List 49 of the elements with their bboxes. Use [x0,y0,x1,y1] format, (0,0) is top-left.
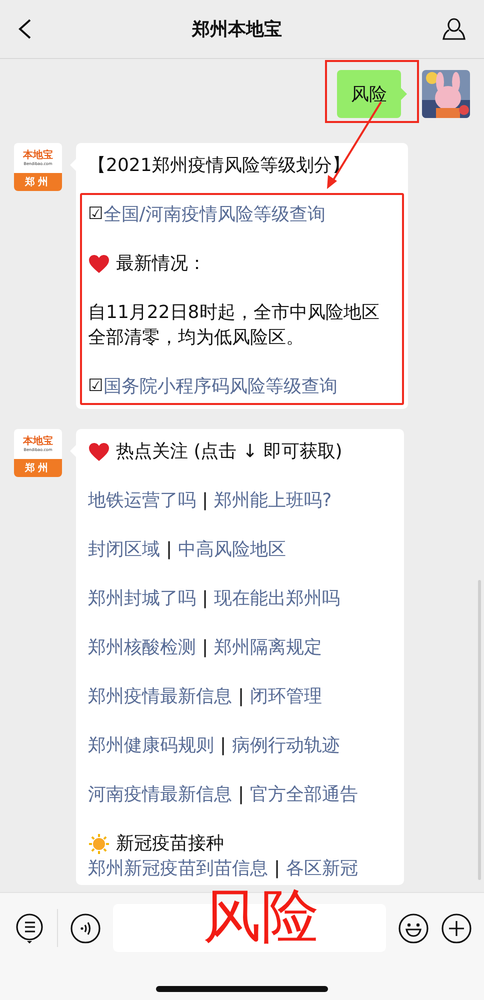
separator: | [202,587,208,611]
separator: | [202,636,208,660]
bubble-tail [401,88,407,100]
section-heading: 热点关注 (点击 ↓ 即可获取) [116,440,342,464]
emoji-icon[interactable] [398,912,429,944]
separator: | [238,685,244,709]
separator: | [202,489,208,513]
query-link[interactable]: 国务院小程序码风险等级查询 [103,374,338,399]
sun-icon [88,832,110,854]
topic-link[interactable]: 河南疫情最新信息 [88,782,232,807]
topic-link[interactable]: 郑州封城了吗 [88,586,196,611]
logo-text: 本地宝 [23,150,53,160]
topic-link[interactable]: 中高风险地区 [178,537,286,562]
plus-icon[interactable] [441,912,472,944]
topic-link[interactable]: 现在能出郑州吗 [214,586,340,611]
separator: | [274,857,280,881]
topic-link[interactable]: 郑州核酸检测 [88,635,196,660]
menu-icon[interactable] [14,912,45,944]
heart-icon [88,254,110,274]
separator: | [220,734,226,758]
topic-link[interactable]: 闭环管理 [250,684,322,709]
topic-link[interactable]: 郑州疫情最新信息 [88,684,232,709]
topic-link[interactable]: 郑州新冠疫苗到苗信息 [88,856,268,881]
topic-link[interactable]: 郑州能上班吗? [214,488,332,513]
voice-icon[interactable] [70,912,101,944]
topic-link[interactable]: 官方全部通告 [250,782,358,807]
logo-city: 郑州 [14,173,62,191]
ballot-box-icon: ☑ [88,374,104,399]
sent-message: 风险 [337,70,401,118]
chat-title: 郑州本地宝 [192,18,282,41]
person-icon[interactable] [442,17,466,41]
logo-text: 本地宝 [23,436,53,446]
topic-link[interactable]: 各区新冠 [286,856,358,881]
separator: | [166,538,172,562]
section-heading: 新冠疫苗接种 [116,832,224,856]
query-link[interactable]: 全国/河南疫情风险等级查询 [103,202,326,227]
section-heading: 最新情况： [116,252,206,276]
logo-city: 郑州 [14,459,62,477]
separator: | [238,783,244,807]
heart-icon [88,442,110,462]
topic-link[interactable]: 郑州健康码规则 [88,733,214,758]
ballot-box-icon: ☑ [88,202,104,227]
topic-link[interactable]: 病例行动轨迹 [232,733,340,758]
topic-link[interactable]: 地铁运营了吗 [88,488,196,513]
back-icon[interactable] [18,19,32,39]
topic-link[interactable]: 郑州隔离规定 [214,635,322,660]
annotation-text: 风险 [203,887,319,945]
topic-link[interactable]: 封闭区域 [88,537,160,562]
message-text: 自11月22日8时起，全市中风险地区全部清零，均为低风险区。 [88,301,380,350]
